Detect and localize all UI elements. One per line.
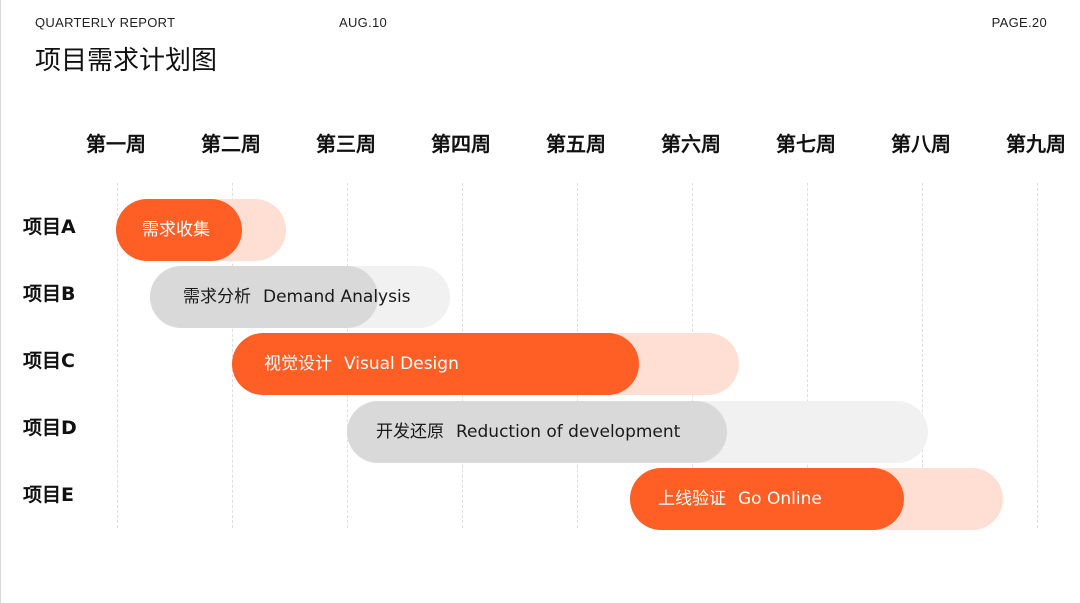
project-e-task-cn: 上线验证: [658, 489, 726, 509]
report-date: AUG.10: [339, 15, 388, 30]
project-d-task-en: Reduction of development: [456, 422, 681, 442]
page-left-border: [0, 0, 1, 603]
project-b-task-en: Demand Analysis: [263, 287, 411, 307]
week-label-2: 第二周: [201, 132, 261, 156]
project-label-a: 项目A: [23, 216, 76, 238]
project-a-task-cn: 需求收集: [142, 220, 210, 240]
project-label-d: 项目D: [23, 417, 77, 439]
week-label-7: 第七周: [776, 132, 836, 156]
week-label-8: 第八周: [891, 132, 951, 156]
page-number: PAGE.20: [991, 15, 1047, 30]
project-b-task-cn: 需求分析: [183, 287, 251, 307]
week-label-3: 第三周: [316, 132, 376, 156]
week-label-6: 第六周: [661, 132, 721, 156]
page-title: 项目需求计划图: [35, 46, 218, 76]
report-label: QUARTERLY REPORT: [35, 15, 176, 30]
project-e-task-en: Go Online: [738, 489, 822, 509]
project-d-task: 开发还原 Reduction of development: [376, 401, 680, 463]
project-d-task-cn: 开发还原: [376, 422, 444, 442]
project-c-task-en: Visual Design: [344, 354, 459, 374]
project-label-b: 项目B: [23, 283, 76, 305]
project-label-c: 项目C: [23, 350, 75, 372]
week-label-9: 第九周: [1006, 132, 1066, 156]
week-label-5: 第五周: [546, 132, 606, 156]
project-e-task: 上线验证 Go Online: [658, 468, 822, 530]
project-c-task: 视觉设计 Visual Design: [264, 333, 459, 395]
gridline: [1037, 183, 1038, 528]
week-label-4: 第四周: [431, 132, 491, 156]
project-a-task: 需求收集: [142, 199, 210, 261]
week-header: 第一周 第二周 第三周 第四周 第五周 第六周 第七周 第八周 第九周: [0, 128, 1080, 162]
week-label-1: 第一周: [86, 132, 146, 156]
project-label-e: 项目E: [23, 484, 74, 506]
project-c-task-cn: 视觉设计: [264, 354, 332, 374]
project-b-task: 需求分析 Demand Analysis: [183, 266, 411, 328]
